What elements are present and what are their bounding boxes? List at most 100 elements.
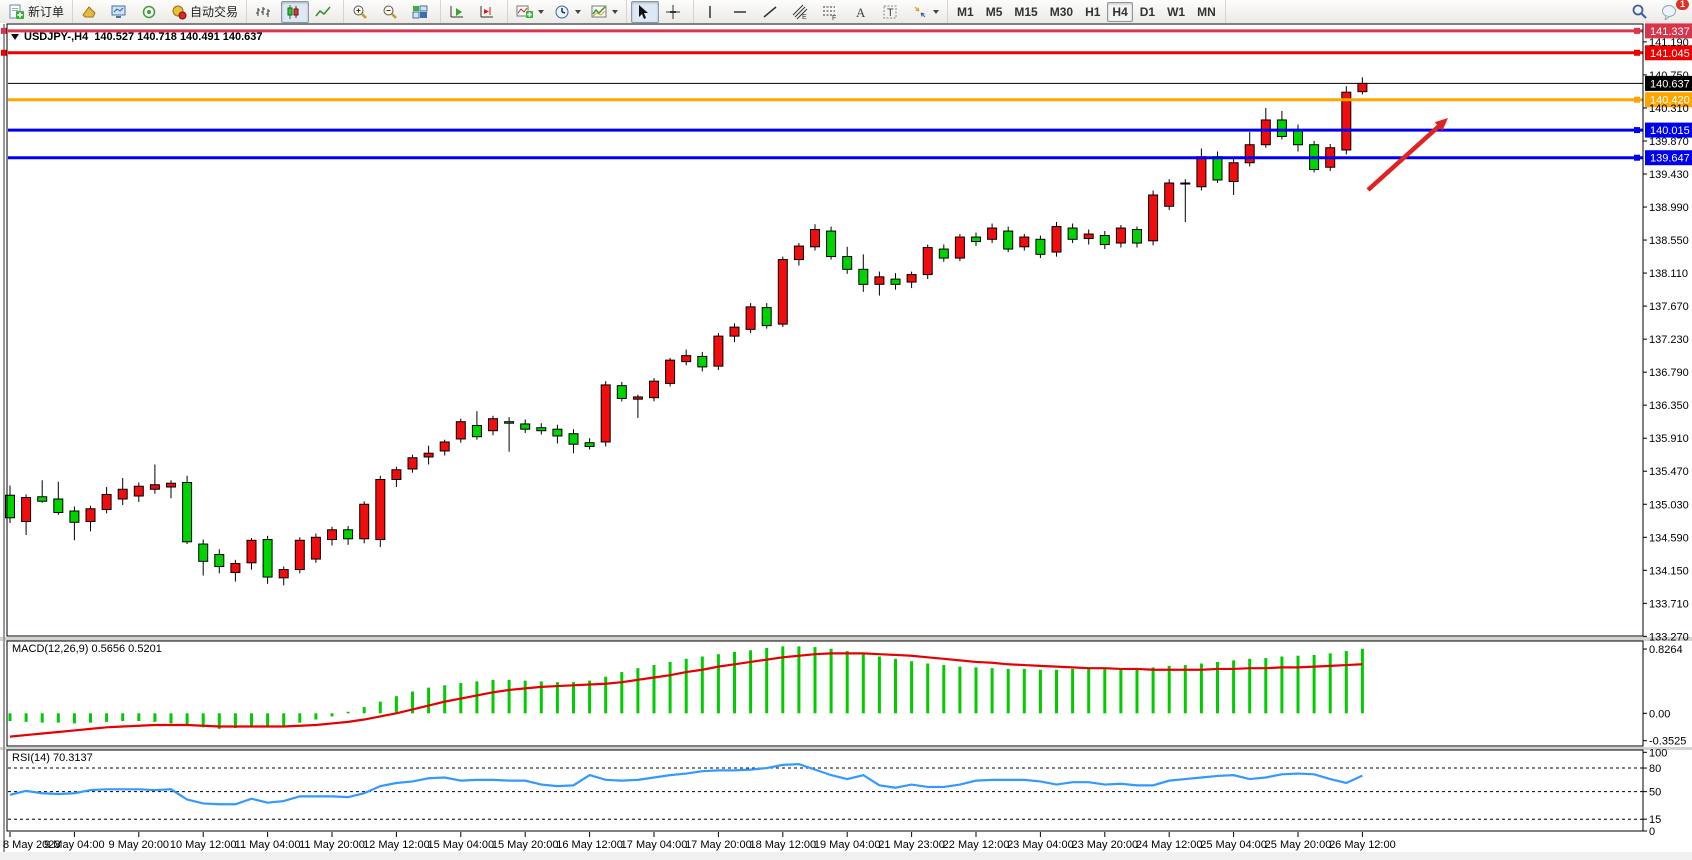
trendline-button[interactable] xyxy=(758,1,786,23)
chat-button[interactable]: 1 xyxy=(1657,1,1685,23)
timeframe-w1[interactable]: W1 xyxy=(1162,2,1190,22)
line-anchor-handle[interactable] xyxy=(1634,155,1640,161)
timeframe-m30[interactable]: M30 xyxy=(1045,2,1078,22)
trading-terminal-window: 新订单 自动交易 E F AT M1M5 M15 M30H1H4 D1 W1 MN 1 141.337… xyxy=(0,0,1692,860)
autotrading-button[interactable]: 自动交易 xyxy=(167,1,242,23)
candle-bullish xyxy=(955,237,964,258)
search-button[interactable] xyxy=(1627,1,1655,23)
periods-button[interactable] xyxy=(550,1,585,23)
candle-bearish xyxy=(827,231,836,257)
indicators-icon xyxy=(516,4,533,20)
chevron-down-icon xyxy=(933,10,939,14)
text-label-button[interactable]: T xyxy=(878,1,906,23)
chart-background xyxy=(0,23,1692,852)
candle-bearish xyxy=(553,429,562,436)
zoom-in-button[interactable] xyxy=(348,1,376,23)
svg-text:T: T xyxy=(887,7,894,19)
rsi-axis-label: 15 xyxy=(1649,814,1661,826)
timeframe-m5[interactable]: M5 xyxy=(981,2,1008,22)
periods-icon xyxy=(554,4,570,20)
terminal-button[interactable] xyxy=(107,1,135,23)
text-button[interactable]: A xyxy=(848,1,876,23)
symbol-marker-icon xyxy=(11,34,19,40)
date-axis-label: 15 May 20:00 xyxy=(492,839,559,851)
line-anchor-handle[interactable] xyxy=(1634,127,1640,133)
candle-bearish xyxy=(215,555,224,567)
timeframe-m1[interactable]: M1 xyxy=(952,2,979,22)
candle-bearish xyxy=(472,425,481,436)
chart-canvas[interactable]: 141.337141.045140.637140.420140.015139.6… xyxy=(0,23,1692,860)
candle-bullish xyxy=(907,275,916,283)
timeframe-m15-label: M15 xyxy=(1014,5,1037,19)
svg-text:E: E xyxy=(802,14,807,20)
date-axis-label: 23 May 20:00 xyxy=(1071,839,1138,851)
timeframe-m15[interactable]: M15 xyxy=(1009,2,1042,22)
date-axis-label: 25 May 04:00 xyxy=(1200,839,1267,851)
line-anchor-handle[interactable] xyxy=(1,50,7,56)
timeframe-w1-label: W1 xyxy=(1167,5,1185,19)
candle-bullish xyxy=(633,397,642,399)
svg-text:F: F xyxy=(832,15,836,20)
candle-bullish xyxy=(923,248,932,275)
horizontal-line-button[interactable] xyxy=(728,1,756,23)
candle-bullish xyxy=(1116,228,1125,243)
timeframe-h4[interactable]: H4 xyxy=(1107,2,1132,22)
crosshair-button[interactable] xyxy=(661,1,689,23)
candlestick-chart-button[interactable] xyxy=(281,1,309,23)
chart-window[interactable]: 141.337141.045140.637140.420140.015139.6… xyxy=(0,23,1692,860)
timeframe-h1[interactable]: H1 xyxy=(1080,2,1105,22)
date-axis-label: 21 May 23:00 xyxy=(878,839,945,851)
date-axis-label: 19 May 04:00 xyxy=(814,839,881,851)
toolbar-group: 新订单 xyxy=(0,0,73,23)
candle-bullish xyxy=(666,360,675,383)
candle-bullish xyxy=(794,246,803,260)
candle-bullish xyxy=(988,228,997,239)
channel-icon: E xyxy=(792,4,808,20)
chart-shift-button[interactable] xyxy=(475,1,503,23)
main-toolbar: 新订单 自动交易 E F AT M1M5 M15 M30H1H4 D1 W1 MN 1 xyxy=(0,0,1692,24)
timeframe-d1[interactable]: D1 xyxy=(1135,2,1160,22)
bottom-strip xyxy=(0,852,1692,860)
bar-chart-button[interactable] xyxy=(251,1,279,23)
vertical-line-button[interactable] xyxy=(698,1,726,23)
price-axis-label: 135.030 xyxy=(1649,499,1689,511)
candle-bullish xyxy=(778,260,787,325)
arrows-button[interactable] xyxy=(908,1,943,23)
timeframe-d1-label: D1 xyxy=(1140,5,1155,19)
indicators-button[interactable] xyxy=(512,1,548,23)
line-anchor-handle[interactable] xyxy=(1,28,7,34)
line-anchor-handle[interactable] xyxy=(1634,97,1640,103)
date-axis-label: 17 May 04:00 xyxy=(621,839,688,851)
new-order-button[interactable]: 新订单 xyxy=(4,1,68,23)
channel-button[interactable]: E xyxy=(788,1,816,23)
rsi-axis-label: 80 xyxy=(1649,763,1661,775)
candle-bearish xyxy=(38,497,47,502)
chevron-down-icon xyxy=(538,10,544,14)
profiles-button[interactable] xyxy=(77,1,105,23)
price-axis-label: 136.350 xyxy=(1649,400,1689,412)
line-chart-button[interactable] xyxy=(311,1,339,23)
profiles-icon xyxy=(81,4,97,20)
macd-indicator-label: MACD(12,26,9) 0.5656 0.5201 xyxy=(12,643,162,655)
candle-bearish xyxy=(1036,239,1045,254)
price-axis-label: 135.470 xyxy=(1649,466,1689,478)
templates-button[interactable] xyxy=(587,1,622,23)
line-anchor-handle[interactable] xyxy=(1634,28,1640,34)
tile-windows-button[interactable] xyxy=(408,1,436,23)
toolbar-group: E F AT xyxy=(694,0,948,23)
candle-bullish xyxy=(22,498,31,522)
timeframe-mn[interactable]: MN xyxy=(1192,2,1221,22)
zoom-out-button[interactable] xyxy=(378,1,406,23)
autoscroll-icon xyxy=(449,4,465,20)
date-axis-label: 25 May 20:00 xyxy=(1265,839,1332,851)
cursor-button[interactable] xyxy=(631,1,659,23)
auto-scroll-button[interactable] xyxy=(445,1,473,23)
line-anchor-handle[interactable] xyxy=(1634,50,1640,56)
news-button[interactable] xyxy=(137,1,165,23)
price-axis-label: 138.550 xyxy=(1649,235,1689,247)
panel-separator[interactable] xyxy=(0,637,1692,641)
fibonacci-button[interactable]: F xyxy=(818,1,846,23)
candle-bearish xyxy=(939,249,948,258)
chart-title: USDJPY-,H4 140.527 140.718 140.491 140.6… xyxy=(24,31,263,43)
price-axis-label: 140.310 xyxy=(1649,103,1689,115)
